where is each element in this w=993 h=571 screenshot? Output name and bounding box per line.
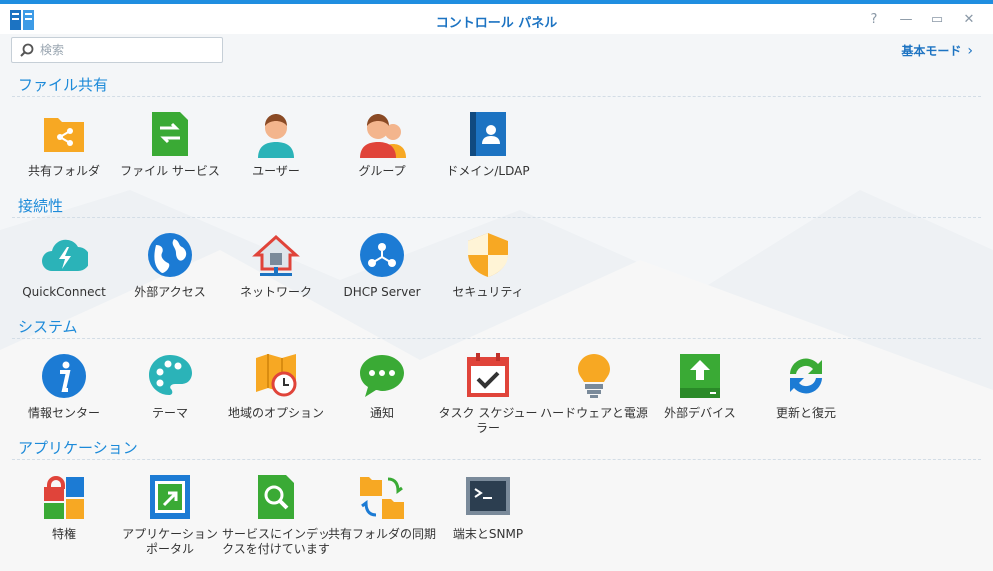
tile-network[interactable]: ネットワーク (222, 231, 330, 300)
tile-task-scheduler[interactable]: タスク スケジューラー (434, 352, 542, 436)
section-title: 接続性 (18, 197, 64, 215)
tile-application-portal[interactable]: アプリケーション ポータル (116, 473, 224, 557)
maximize-icon[interactable]: ▭ (929, 12, 945, 28)
tile-terminal-snmp[interactable]: 端末とSNMP (434, 473, 542, 542)
file-services-icon (152, 112, 188, 156)
tile-security[interactable]: セキュリティ (434, 231, 542, 300)
tile-label: ユーザー (252, 164, 300, 178)
tile-label: 共有フォルダの同期 (328, 527, 437, 541)
dhcp-server-icon (360, 233, 404, 277)
update-restore-icon (790, 358, 822, 394)
tile-hardware-power[interactable]: ハードウェアと電源 (540, 352, 648, 421)
hardware-power-icon (578, 354, 610, 398)
info-center-icon (42, 354, 86, 398)
tile-update-restore[interactable]: 更新と復元 (752, 352, 860, 421)
privileges-icon (44, 476, 84, 519)
theme-icon (149, 355, 192, 395)
tile-label: DHCP Server (343, 285, 421, 299)
tile-regional-options[interactable]: 地域のオプション (222, 352, 330, 421)
terminal-snmp-icon (466, 477, 510, 515)
tile-theme[interactable]: テーマ (116, 352, 224, 421)
tile-label: 情報センター (27, 406, 100, 420)
tile-info-center[interactable]: 情報センター (10, 352, 118, 421)
tile-label: タスク スケジューラー (438, 406, 538, 435)
user-icon (258, 114, 294, 158)
tile-domain-ldap[interactable]: ドメイン/LDAP (434, 110, 542, 179)
notification-icon (360, 355, 404, 397)
tile-label: ハードウェアと電源 (540, 406, 648, 420)
indexing-service-icon (258, 475, 294, 519)
network-icon (252, 234, 300, 276)
tile-label: 地域のオプション (227, 406, 324, 420)
tile-group[interactable]: グループ (328, 110, 436, 179)
tile-quickconnect[interactable]: QuickConnect (10, 231, 118, 300)
task-scheduler-icon (467, 353, 509, 397)
tile-privileges[interactable]: 特権 (10, 473, 118, 542)
external-devices-icon (680, 354, 720, 398)
basic-mode-link[interactable]: 基本モード › (901, 42, 973, 59)
quickconnect-icon (42, 239, 88, 271)
regional-options-icon (256, 354, 297, 397)
tile-label: サービスにインデックスを付けています (222, 527, 331, 556)
search-box[interactable] (11, 37, 223, 63)
tile-label: ファイル サービス (120, 164, 220, 178)
shared-folder-sync-icon (360, 477, 404, 519)
tile-label: 通知 (369, 406, 394, 420)
section-title: ファイル共有 (18, 76, 109, 94)
external-access-icon (148, 233, 192, 277)
shared-folder-icon (44, 118, 84, 152)
basic-mode-label: 基本モード (901, 44, 962, 58)
section-divider (12, 96, 981, 97)
tile-file-services[interactable]: ファイル サービス (116, 110, 224, 179)
tile-external-access[interactable]: 外部アクセス (116, 231, 224, 300)
tile-dhcp-server[interactable]: DHCP Server (328, 231, 436, 300)
group-icon (360, 114, 406, 158)
tile-user[interactable]: ユーザー (222, 110, 330, 179)
section-title: アプリケーション (18, 439, 138, 457)
tile-indexing-service[interactable]: サービスにインデックスを付けています (222, 473, 330, 557)
close-icon[interactable]: ✕ (961, 12, 977, 28)
tile-shared-folder[interactable]: 共有フォルダ (10, 110, 118, 179)
title-bar: コントロール パネル ? — ▭ ✕ (0, 4, 993, 34)
tile-label: 端末とSNMP (452, 527, 524, 541)
domain-ldap-icon (470, 112, 506, 156)
tile-label: セキュリティ (452, 285, 524, 299)
tile-label: 外部デバイス (664, 406, 736, 420)
tile-label: 外部アクセス (134, 285, 206, 299)
search-icon (20, 43, 34, 57)
section-divider (12, 338, 981, 339)
chevron-right-icon: › (967, 43, 973, 59)
tile-label: グループ (358, 164, 406, 178)
section-divider (12, 459, 981, 460)
application-portal-icon (150, 475, 190, 519)
tile-label: 特権 (51, 527, 76, 541)
tile-shared-folder-sync[interactable]: 共有フォルダの同期 (328, 473, 436, 542)
tile-label: QuickConnect (22, 285, 106, 299)
security-icon (468, 233, 508, 277)
search-input[interactable] (40, 41, 218, 59)
tile-label: テーマ (151, 406, 188, 420)
tile-notification[interactable]: 通知 (328, 352, 436, 421)
section-title: システム (18, 318, 78, 336)
tile-label: 更新と復元 (775, 406, 836, 420)
minimize-icon[interactable]: — (898, 12, 914, 28)
tile-label: ドメイン/LDAP (446, 164, 530, 178)
window-title: コントロール パネル (435, 16, 558, 31)
tile-label: アプリケーション ポータル (122, 527, 218, 556)
tile-label: 共有フォルダ (27, 164, 100, 178)
tile-external-devices[interactable]: 外部デバイス (646, 352, 754, 421)
tile-label: ネットワーク (239, 285, 312, 299)
section-divider (12, 217, 981, 218)
help-icon[interactable]: ? (866, 12, 882, 28)
